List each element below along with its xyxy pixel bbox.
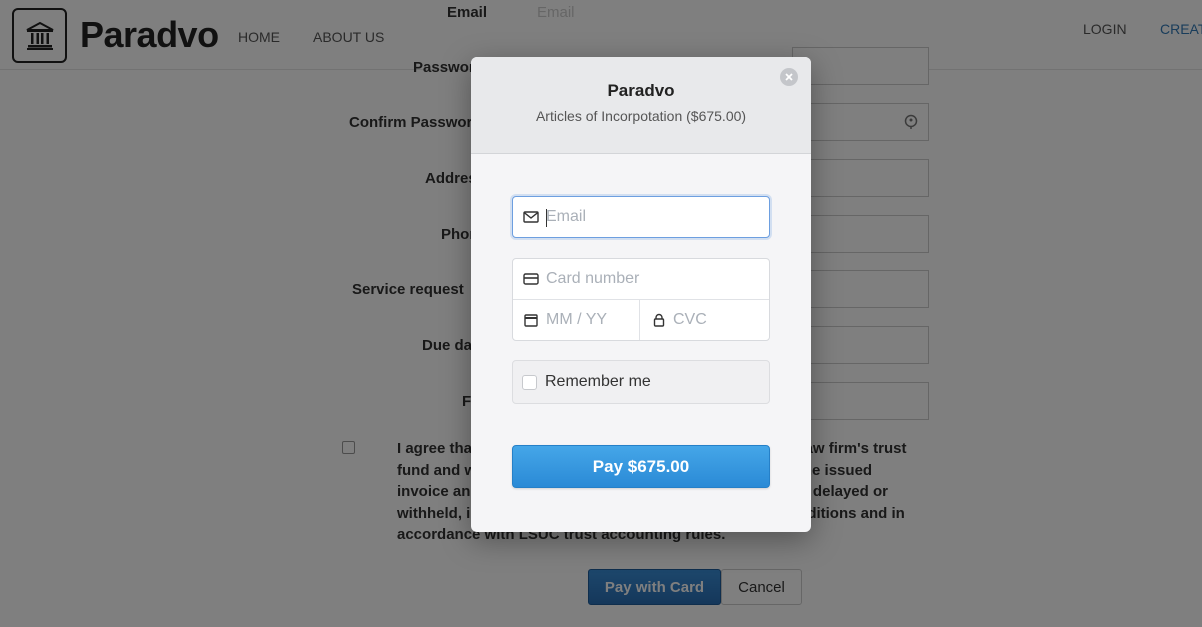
close-icon[interactable]	[780, 68, 798, 86]
remember-me-checkbox[interactable]	[522, 375, 537, 390]
modal-subtitle: Articles of Incorpotation ($675.00)	[535, 108, 747, 124]
remember-me-label: Remember me	[545, 373, 651, 390]
credit-card-icon	[523, 273, 539, 285]
expiry-input[interactable]	[546, 300, 636, 340]
pay-button[interactable]: Pay $675.00	[512, 445, 770, 488]
expiry-field[interactable]	[513, 300, 640, 340]
modal-header: Paradvo Articles of Incorpotation ($675.…	[471, 57, 811, 154]
remember-me-option[interactable]: Remember me	[512, 360, 770, 404]
calendar-icon	[524, 314, 538, 327]
modal-title: Paradvo	[607, 81, 675, 100]
email-input[interactable]	[546, 197, 746, 237]
card-number-field[interactable]	[513, 259, 769, 300]
text-cursor	[546, 209, 547, 227]
mail-icon	[523, 211, 539, 223]
card-details-group	[512, 258, 770, 341]
checkout-modal: Paradvo Articles of Incorpotation ($675.…	[471, 57, 811, 532]
email-field[interactable]	[512, 196, 770, 238]
card-number-input[interactable]	[546, 259, 746, 299]
cvc-input[interactable]	[673, 300, 763, 340]
lock-icon	[653, 313, 665, 327]
cvc-field[interactable]	[640, 300, 769, 340]
